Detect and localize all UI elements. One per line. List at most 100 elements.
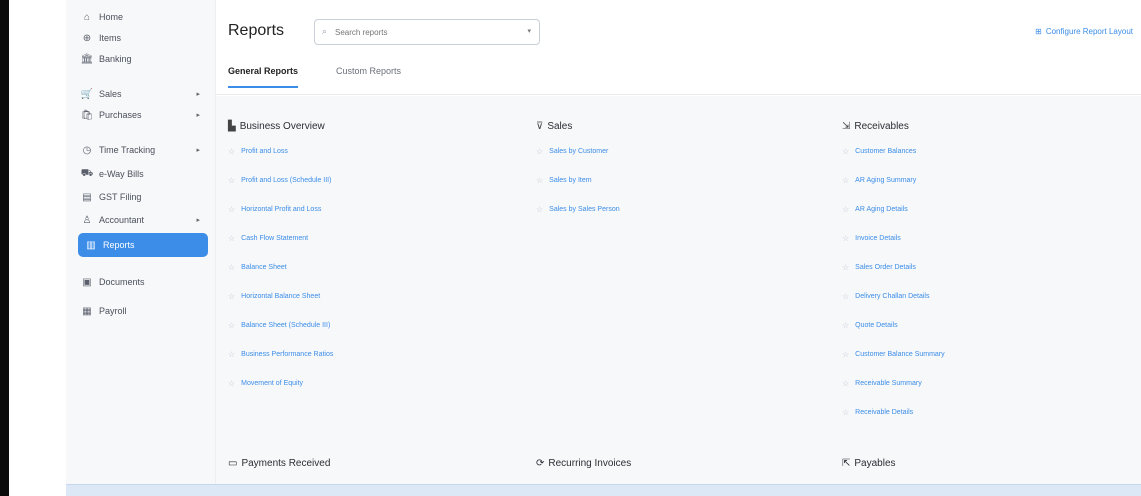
sidebar-item-time-tracking[interactable]: ◷ Time Tracking ▸ [80, 139, 208, 161]
folder-icon: ▣ [82, 276, 92, 288]
star-icon[interactable]: ☆ [228, 205, 235, 214]
report-link-label: Sales Order Details [855, 263, 916, 271]
star-icon[interactable]: ☆ [228, 292, 235, 301]
star-icon[interactable]: ☆ [842, 234, 849, 243]
report-link[interactable]: ☆ Customer Balances [842, 144, 916, 158]
report-link[interactable]: ☆ Sales by Item [536, 173, 592, 187]
section-receivables: ⇲ Receivables ☆ Customer Balances ☆ AR Agi… [842, 118, 1141, 417]
star-icon[interactable]: ☆ [228, 263, 235, 272]
report-search-select[interactable]: ⌕ ▾ [314, 19, 540, 45]
sidebar-item-items[interactable]: ⊕ Items [80, 27, 208, 49]
star-icon[interactable]: ☆ [842, 205, 849, 214]
screen: ⌂ Home ⊕ Items 🏛 Banking 🛒 Sales ▸ 🛍 Pur… [0, 0, 1141, 496]
tab-general-reports[interactable]: General Reports [228, 66, 299, 88]
report-link[interactable]: ☆ Profit and Loss [228, 144, 288, 158]
report-link[interactable]: ☆ Invoice Details [842, 231, 901, 245]
report-link[interactable]: ☆ Sales by Customer [536, 144, 608, 158]
report-link[interactable]: ☆ Sales by Sales Person [536, 202, 620, 216]
star-icon[interactable]: ☆ [842, 379, 849, 388]
sidebar-item-gst-filing[interactable]: ▤ GST Filing [80, 186, 208, 208]
bag-icon: 🛍 [80, 109, 94, 121]
report-link-label: Customer Balances [855, 147, 917, 155]
recurring-icon: ⟳ [536, 458, 545, 469]
sidebar-item-banking[interactable]: 🏛 Banking [80, 48, 208, 70]
star-icon[interactable]: ☆ [842, 176, 849, 185]
configure-report-layout-link[interactable]: ⊞ Configure Report Layout [1035, 27, 1133, 36]
report-link-label: AR Aging Summary [855, 176, 917, 184]
report-link-label: Sales by Item [549, 176, 592, 184]
report-link[interactable]: ☆ Horizontal Profit and Loss [228, 202, 321, 216]
star-icon[interactable]: ☆ [228, 176, 235, 185]
sidebar: ⌂ Home ⊕ Items 🏛 Banking 🛒 Sales ▸ 🛍 Pur… [66, 0, 216, 496]
star-icon[interactable]: ☆ [842, 321, 849, 330]
window-edge [0, 0, 9, 496]
star-icon[interactable]: ☆ [842, 263, 849, 272]
reports-header: Reports ⌕ ▾ ⊞Configure Report Layout Gen… [216, 0, 1141, 96]
report-link[interactable]: ☆ Movement of Equity [228, 376, 303, 390]
report-link[interactable]: ☆ Customer Balance Summary [842, 347, 945, 361]
sidebar-item-home[interactable]: ⌂ Home [80, 6, 208, 28]
report-link-label: Sales by Sales Person [549, 205, 620, 213]
sidebar-item-sales[interactable]: 🛒 Sales ▸ [80, 83, 208, 105]
star-icon[interactable]: ☆ [228, 321, 235, 330]
report-link[interactable]: ☆ Balance Sheet (Schedule III) [228, 318, 330, 332]
report-link[interactable]: ☆ Business Performance Ratios [228, 347, 333, 361]
sidebar-item-label: Sales [99, 89, 122, 99]
star-icon[interactable]: ☆ [842, 350, 849, 359]
report-link[interactable]: ☆ Sales Order Details [842, 260, 916, 274]
section-title: ⇲ Receivables [842, 118, 1141, 134]
sidebar-item-label: Payroll [99, 306, 127, 316]
report-link[interactable]: ☆ Horizontal Balance Sheet [228, 289, 320, 303]
sidebar-item-payroll[interactable]: ▦ Payroll [80, 300, 208, 322]
report-link[interactable]: ☆ AR Aging Summary [842, 173, 916, 187]
user-icon: ♙ [82, 214, 92, 226]
report-link-label: AR Aging Details [855, 205, 908, 213]
star-icon[interactable]: ☆ [842, 408, 849, 417]
report-link-label: Horizontal Balance Sheet [241, 292, 321, 300]
star-icon[interactable]: ☆ [228, 379, 235, 388]
report-link[interactable]: ☆ Receivable Details [842, 405, 913, 419]
report-link-label: Sales by Customer [549, 147, 609, 155]
report-link[interactable]: ☆ Receivable Summary [842, 376, 922, 390]
sidebar-item-reports[interactable]: ▥ Reports [78, 233, 208, 257]
section-payables: ⇱ Payables [842, 458, 896, 469]
section-title: ⊽ Sales [536, 118, 836, 134]
status-strip [66, 484, 1141, 496]
sidebar-item-eway-bills[interactable]: ⛟ e-Way Bills [80, 163, 208, 185]
chevron-down-icon[interactable]: ▾ [527, 27, 531, 35]
star-icon[interactable]: ☆ [536, 176, 543, 185]
star-icon[interactable]: ☆ [842, 292, 849, 301]
chevron-right-icon: ▸ [196, 147, 200, 154]
report-link[interactable]: ☆ AR Aging Details [842, 202, 908, 216]
section-title: ▙ Business Overview [228, 118, 528, 134]
grid-icon: ⊞ [1035, 27, 1042, 36]
sidebar-item-documents[interactable]: ▣ Documents [80, 271, 208, 293]
sidebar-item-purchases[interactable]: 🛍 Purchases ▸ [80, 104, 208, 126]
section-title-label: Payments Received [241, 458, 331, 469]
section-recurring-invoices: ⟳ Recurring Invoices [536, 458, 631, 469]
star-icon[interactable]: ☆ [228, 147, 235, 156]
star-icon[interactable]: ☆ [228, 350, 235, 359]
truck-icon: ⛟ [80, 167, 94, 179]
star-icon[interactable]: ☆ [228, 234, 235, 243]
section-payments-received: ▭ Payments Received [228, 458, 330, 469]
sidebar-item-accountant[interactable]: ♙ Accountant ▸ [80, 209, 208, 231]
report-link[interactable]: ☆ Balance Sheet [228, 260, 287, 274]
report-link-label: Balance Sheet [241, 263, 287, 271]
tab-custom-reports[interactable]: Custom Reports [336, 66, 401, 76]
report-link[interactable]: ☆ Cash Flow Statement [228, 231, 308, 245]
tab-divider [216, 94, 1141, 95]
report-link-label: Customer Balance Summary [855, 350, 945, 358]
star-icon[interactable]: ☆ [536, 147, 543, 156]
report-link[interactable]: ☆ Delivery Challan Details [842, 289, 929, 303]
sidebar-item-label: Time Tracking [99, 145, 156, 155]
report-link[interactable]: ☆ Quote Details [842, 318, 898, 332]
report-link[interactable]: ☆ Profit and Loss (Schedule III) [228, 173, 331, 187]
report-link-label: Profit and Loss [241, 147, 288, 155]
search-input[interactable] [335, 25, 515, 40]
star-icon[interactable]: ☆ [536, 205, 543, 214]
receivables-icon: ⇲ [842, 120, 851, 132]
report-link-label: Invoice Details [855, 234, 901, 242]
star-icon[interactable]: ☆ [842, 147, 849, 156]
payables-icon: ⇱ [842, 458, 851, 469]
